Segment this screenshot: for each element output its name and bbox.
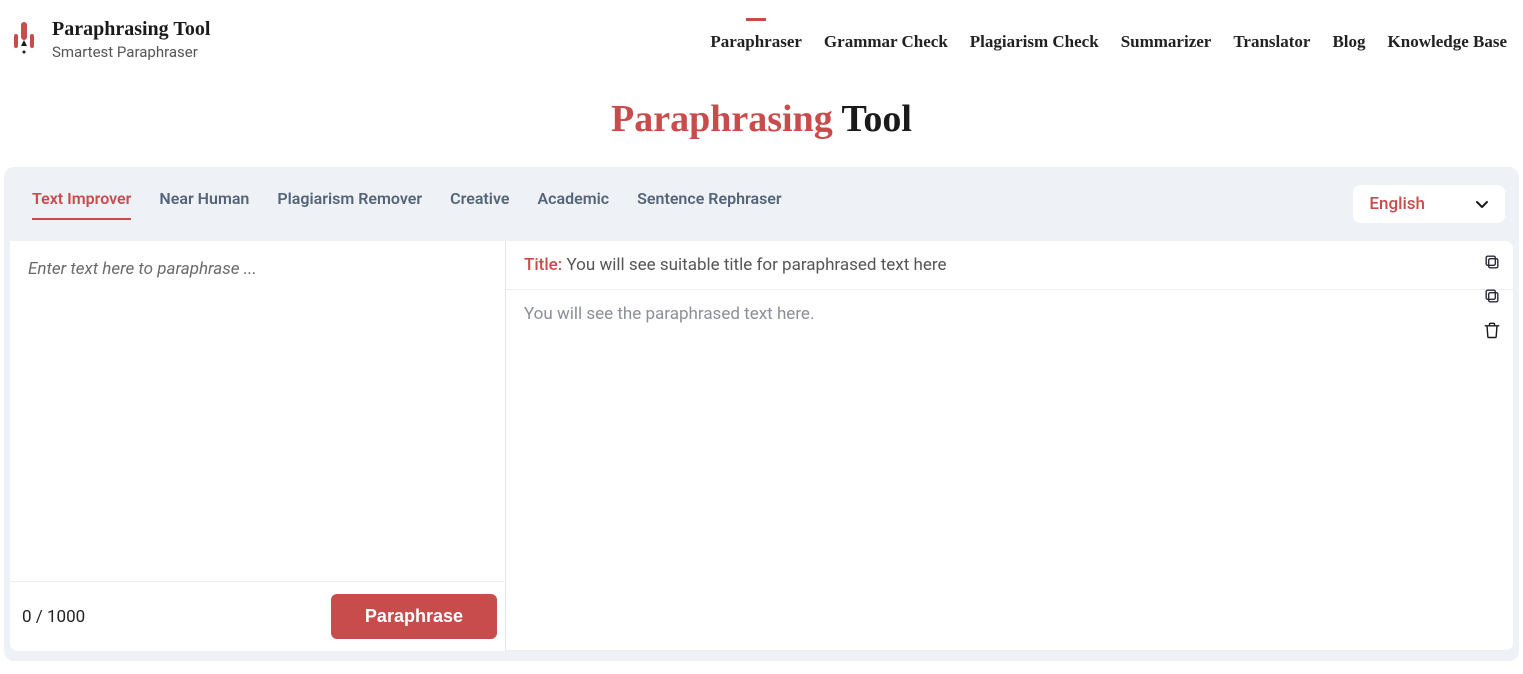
page-title-accent: Paraphrasing	[611, 98, 833, 140]
page-title: Paraphrasing Tool	[0, 97, 1523, 141]
tool-container: Text Improver Near Human Plagiarism Remo…	[4, 167, 1519, 661]
language-label: English	[1369, 194, 1425, 214]
brand-subtitle: Smartest Paraphraser	[52, 43, 210, 61]
mode-creative[interactable]: Creative	[450, 189, 509, 220]
mode-sentence-rephraser[interactable]: Sentence Rephraser	[637, 189, 782, 220]
input-footer: 0 / 1000 Paraphrase	[10, 581, 505, 651]
brand: Paraphrasing Tool Smartest Paraphraser	[10, 18, 210, 61]
copy-body-icon[interactable]	[1481, 285, 1503, 307]
nav-blog[interactable]: Blog	[1332, 32, 1365, 52]
tool-top-row: Text Improver Near Human Plagiarism Remo…	[4, 167, 1519, 241]
output-title-row: Title: You will see suitable title for p…	[506, 241, 1513, 290]
logo-icon	[10, 20, 38, 56]
input-textarea[interactable]	[10, 241, 505, 581]
brand-text: Paraphrasing Tool Smartest Paraphraser	[52, 18, 210, 61]
input-panel: 0 / 1000 Paraphrase	[10, 241, 506, 651]
panels: 0 / 1000 Paraphrase Title: You will see …	[10, 241, 1513, 651]
page-title-plain: Tool	[833, 98, 912, 140]
mode-plagiarism-remover[interactable]: Plagiarism Remover	[277, 189, 422, 220]
output-panel: Title: You will see suitable title for p…	[506, 241, 1513, 651]
main-nav: Paraphraser Grammar Check Plagiarism Che…	[710, 18, 1513, 52]
delete-icon[interactable]	[1481, 319, 1503, 341]
output-title-placeholder: You will see suitable title for paraphra…	[566, 255, 946, 275]
language-select[interactable]: English	[1353, 185, 1505, 223]
paraphrase-button[interactable]: Paraphrase	[331, 594, 497, 639]
char-counter: 0 / 1000	[22, 607, 85, 627]
nav-paraphraser[interactable]: Paraphraser	[710, 32, 802, 52]
copy-title-icon[interactable]	[1481, 251, 1503, 273]
nav-grammar-check[interactable]: Grammar Check	[824, 32, 948, 52]
mode-tabs: Text Improver Near Human Plagiarism Remo…	[18, 189, 782, 220]
mode-academic[interactable]: Academic	[537, 189, 609, 220]
brand-title: Paraphrasing Tool	[52, 18, 210, 41]
header: Paraphrasing Tool Smartest Paraphraser P…	[0, 0, 1523, 71]
output-title-label: Title:	[524, 255, 562, 275]
mode-near-human[interactable]: Near Human	[159, 189, 249, 220]
output-action-icons	[1481, 251, 1503, 341]
nav-summarizer[interactable]: Summarizer	[1121, 32, 1212, 52]
nav-translator[interactable]: Translator	[1233, 32, 1310, 52]
nav-knowledge-base[interactable]: Knowledge Base	[1388, 32, 1507, 52]
mode-text-improver[interactable]: Text Improver	[32, 189, 131, 220]
nav-plagiarism-check[interactable]: Plagiarism Check	[970, 32, 1099, 52]
chevron-down-icon	[1475, 197, 1489, 211]
output-body-placeholder: You will see the paraphrased text here.	[506, 290, 1513, 651]
